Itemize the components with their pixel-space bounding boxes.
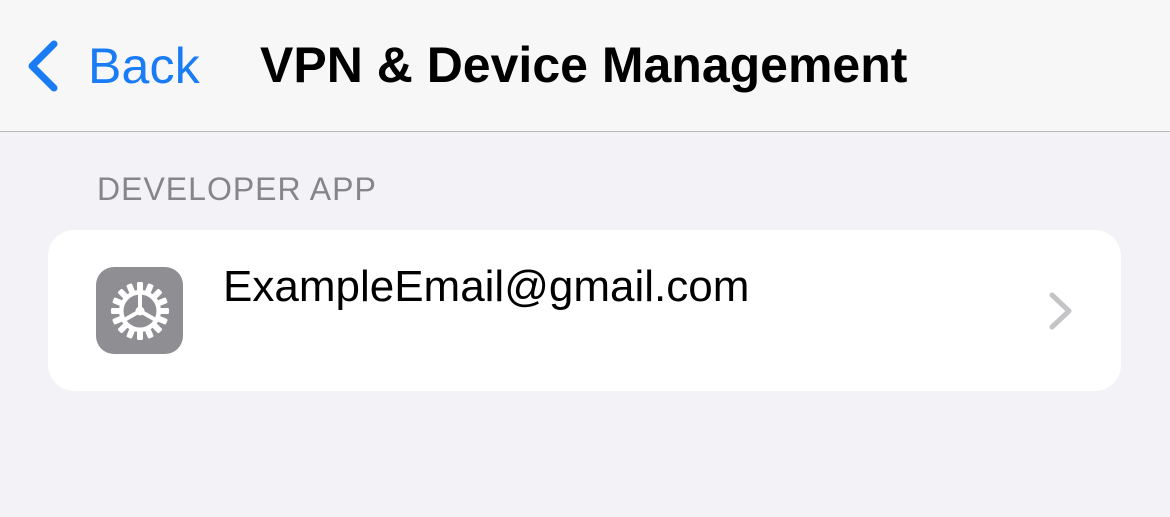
back-button-label: Back	[88, 38, 200, 94]
developer-account-email: ExampleEmail@gmail.com	[223, 262, 750, 311]
section-header-developer-app: DEVELOPER APP	[97, 171, 377, 207]
navigation-bar: Back VPN & Device Management	[0, 0, 1170, 132]
page-title: VPN & Device Management	[260, 37, 908, 93]
back-button[interactable]: Back	[24, 30, 200, 102]
settings-gear-icon	[96, 267, 183, 354]
chevron-left-icon	[28, 40, 58, 92]
chevron-right-icon	[1046, 290, 1076, 332]
developer-app-row[interactable]: ExampleEmail@gmail.com	[48, 230, 1121, 391]
